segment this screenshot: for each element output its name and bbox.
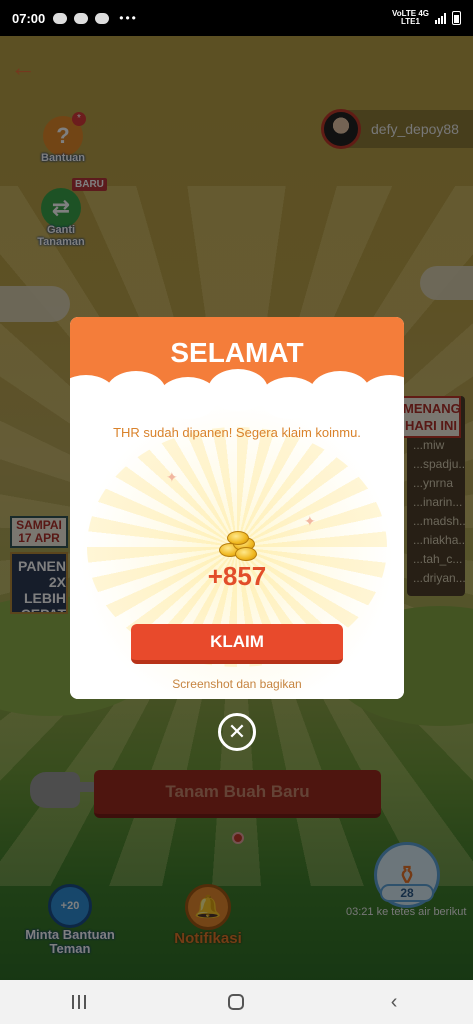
network-sim: LTE1	[400, 17, 420, 26]
sparkle-icon: ✦	[304, 513, 316, 529]
back-button[interactable]: ‹	[374, 987, 414, 1017]
share-screenshot-link[interactable]: Screenshot dan bagikan	[70, 677, 404, 691]
recent-apps-button[interactable]	[59, 987, 99, 1017]
navigation-bar: ‹	[0, 980, 473, 1024]
network-indicator: VoLTE 4G LTE1	[392, 10, 429, 26]
battery-icon	[452, 11, 461, 25]
signal-icon	[435, 12, 446, 24]
sparkle-icon: ✦	[166, 469, 178, 485]
weather-icon	[95, 12, 110, 24]
dialog-message: THR sudah dipanen! Segera klaim koinmu.	[113, 425, 361, 440]
coin	[235, 547, 257, 561]
back-icon: ‹	[390, 990, 398, 1013]
coins-icon	[217, 527, 259, 561]
claim-button[interactable]: KLAIM	[131, 624, 343, 664]
more-notifications-icon: •••	[119, 11, 138, 25]
cloud-edge	[208, 369, 268, 411]
messaging-icon	[53, 12, 68, 24]
coin	[227, 531, 249, 545]
home-icon	[228, 994, 245, 1010]
status-bar: 07:00 ••• VoLTE 4G LTE1	[0, 0, 473, 36]
line-icon	[74, 12, 89, 24]
reward-dialog: SELAMAT THR sudah dipanen! Segera klaim …	[70, 317, 404, 699]
status-time: 07:00	[12, 10, 46, 26]
notification-icons	[53, 12, 110, 24]
recent-apps-icon	[71, 995, 86, 1009]
reward-amount: +857	[207, 561, 267, 591]
close-icon[interactable]: ✕	[218, 713, 256, 751]
home-button[interactable]	[216, 987, 256, 1017]
cloud-edge	[106, 371, 166, 413]
